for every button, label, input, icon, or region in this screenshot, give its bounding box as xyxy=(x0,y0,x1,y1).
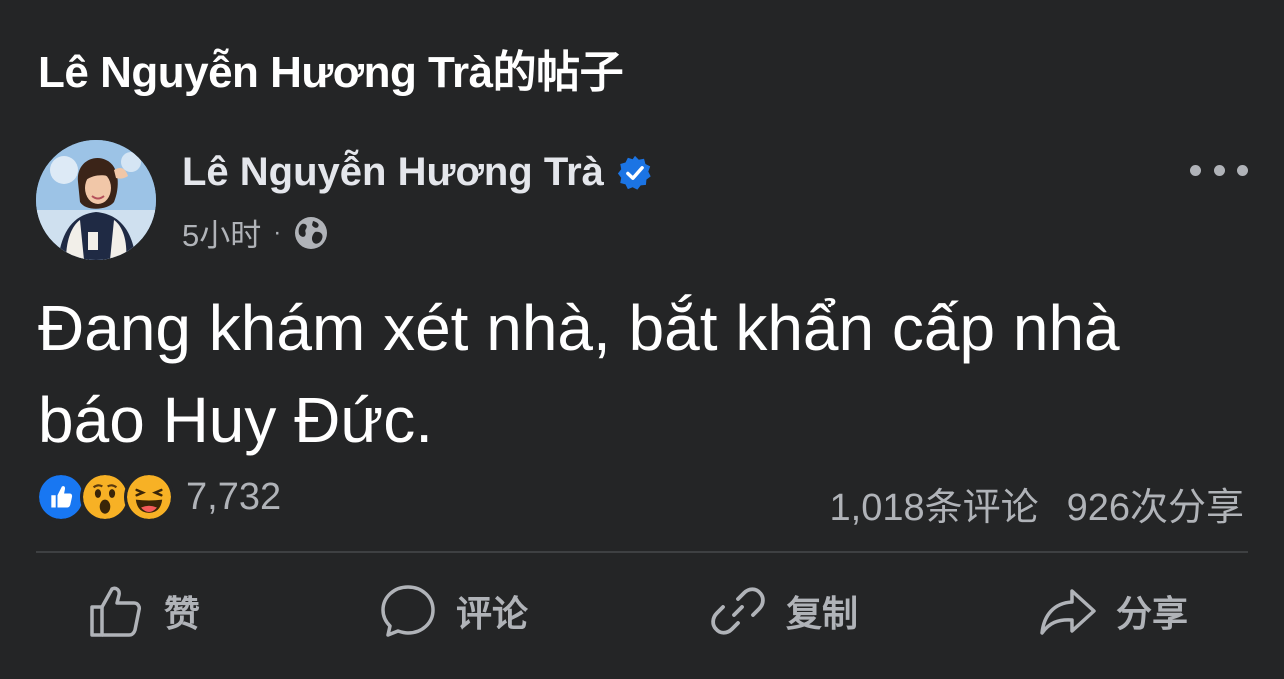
share-arrow-icon xyxy=(1040,589,1096,635)
reaction-count: 7,732 xyxy=(186,475,282,518)
post-text: Đang khám xét nhà, bắt khẩn cấp nhà báo … xyxy=(38,292,1120,456)
post-author-row: Lê Nguyễn Hương Trà xyxy=(182,150,654,195)
meta-separator: · xyxy=(273,218,282,246)
comment-bubble-icon xyxy=(381,585,435,637)
page-title: Lê Nguyễn Hương Trà的帖子 xyxy=(38,48,624,97)
author-name[interactable]: Lê Nguyễn Hương Trà xyxy=(182,150,604,195)
more-dot-icon xyxy=(1190,164,1201,176)
globe-icon xyxy=(295,216,328,249)
share-count[interactable]: 926次分享 xyxy=(1067,476,1244,531)
post-time[interactable]: 5小时 xyxy=(182,210,261,255)
link-icon xyxy=(711,587,765,635)
avatar[interactable] xyxy=(36,140,156,260)
reactions-summary[interactable]: 7,732 xyxy=(36,472,281,522)
share-label: 分享 xyxy=(1116,593,1189,634)
more-dot-icon xyxy=(1213,164,1225,176)
wow-reaction-icon xyxy=(80,472,130,522)
avatar-image xyxy=(36,140,156,260)
more-dot-icon xyxy=(1237,164,1248,176)
comment-label: 评论 xyxy=(456,593,529,634)
more-options-button[interactable] xyxy=(1190,150,1248,190)
comment-button[interactable]: 评论 xyxy=(378,580,528,642)
post-meta: 5小时 · xyxy=(182,210,329,255)
verified-badge-icon xyxy=(617,155,651,190)
post-stats: 1,018条评论 926次分享 xyxy=(830,476,1245,531)
share-button[interactable]: 分享 xyxy=(1038,580,1188,642)
haha-reaction-icon xyxy=(124,472,174,522)
post-page: Lê Nguyễn Hương Trà的帖子 Lê Nguyễn Hương T… xyxy=(0,0,1284,679)
copy-label: 复制 xyxy=(786,593,859,634)
like-button[interactable]: 赞 xyxy=(86,580,200,642)
thumbs-up-icon xyxy=(90,586,141,637)
copy-button[interactable]: 复制 xyxy=(708,580,858,642)
like-reaction-icon xyxy=(36,472,86,522)
like-label: 赞 xyxy=(164,593,201,634)
divider xyxy=(36,551,1248,553)
comment-count[interactable]: 1,018条评论 xyxy=(830,476,1039,531)
